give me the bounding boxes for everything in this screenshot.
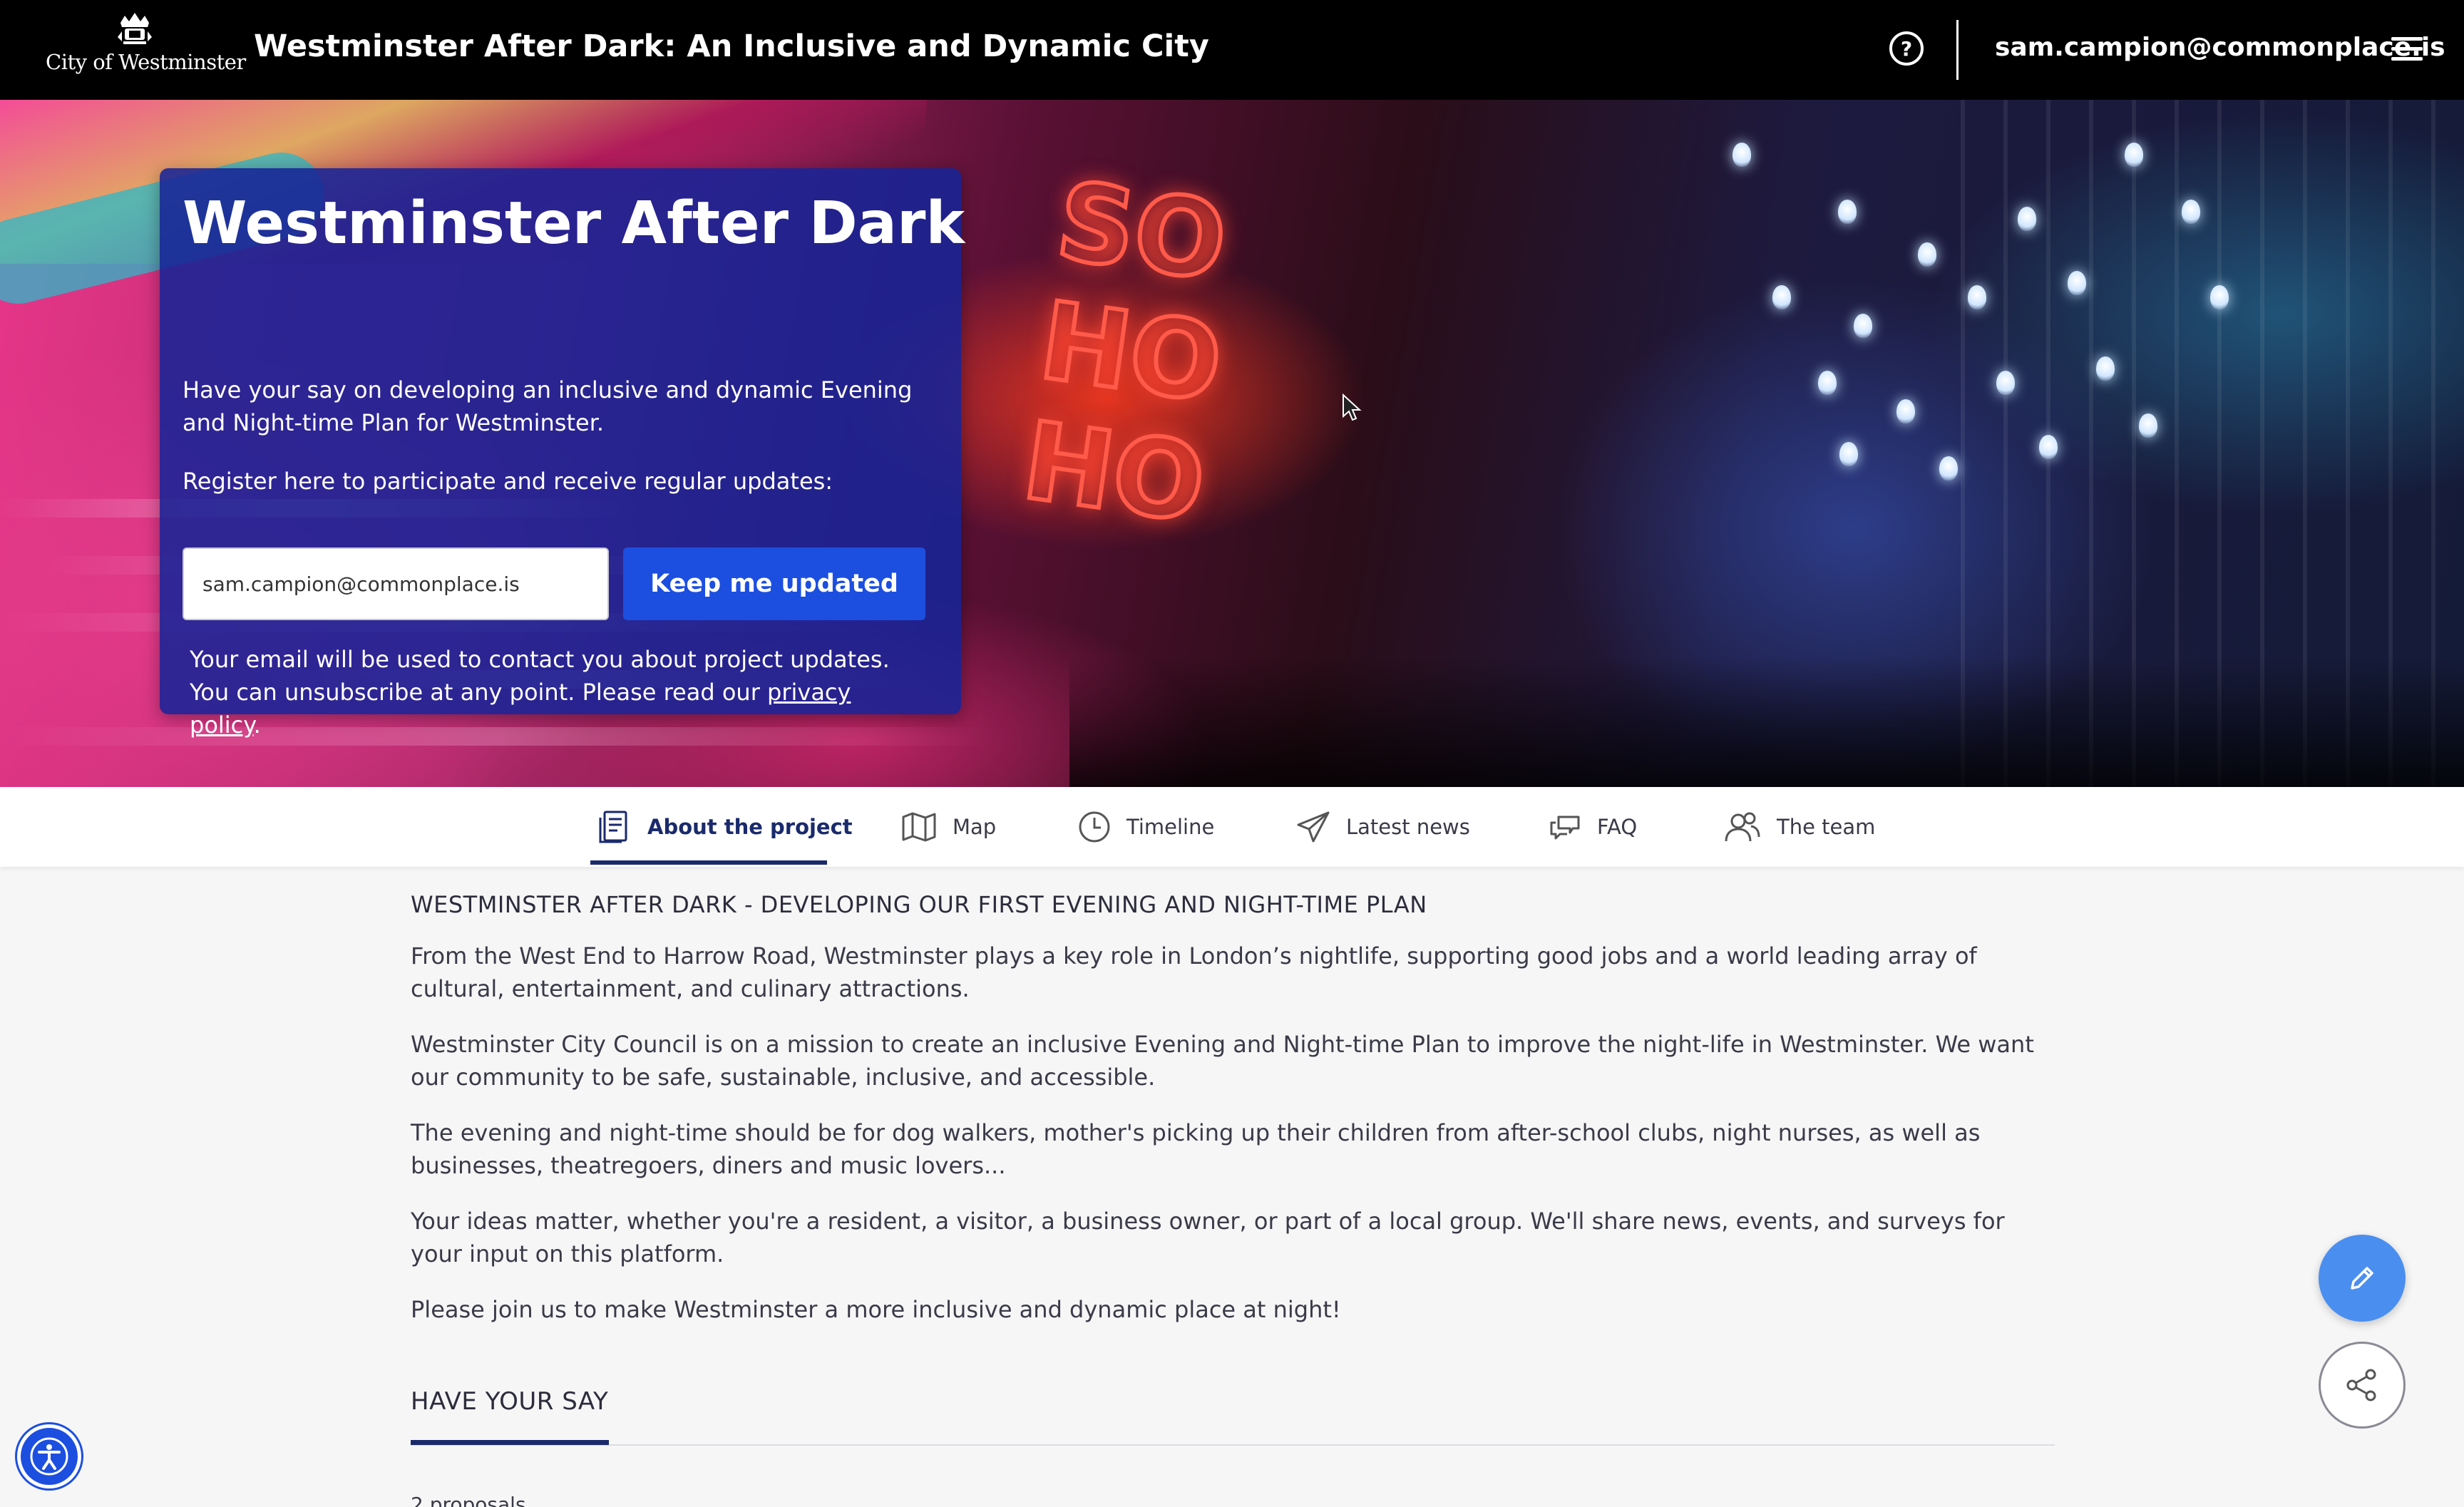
accessibility-button[interactable] — [17, 1424, 81, 1488]
proposals-count: 2 proposals — [411, 1493, 526, 1507]
logo-text: City of Westminster — [46, 50, 246, 74]
active-tab-indicator — [590, 860, 827, 865]
help-button[interactable]: ? — [1889, 31, 1924, 66]
register-prompt: Register here to participate and receive… — [183, 468, 833, 495]
question-circle-icon: ? — [1900, 36, 1913, 61]
edit-button[interactable] — [2319, 1235, 2406, 1322]
crest-icon — [118, 13, 152, 44]
tab-latest-news[interactable]: Latest news — [1296, 787, 1470, 867]
hero-description: Have your say on developing an inclusive… — [183, 376, 913, 436]
top-bar: City of Westminster Westminster After Da… — [0, 0, 2464, 100]
people-icon — [1725, 812, 1760, 842]
hamburger-menu-icon[interactable] — [2391, 37, 2423, 63]
share-button[interactable] — [2319, 1342, 2406, 1429]
hero-title: Westminster After Dark — [183, 190, 965, 257]
document-icon — [599, 811, 627, 843]
about-section: WESTMINSTER AFTER DARK - DEVELOPING OUR … — [411, 891, 2050, 1349]
keep-me-updated-button[interactable]: Keep me updated — [623, 547, 925, 620]
accessibility-icon — [30, 1437, 68, 1476]
header-divider — [1956, 20, 1959, 80]
share-icon — [2346, 1369, 2376, 1401]
have-your-say-tab[interactable]: HAVE YOUR SAY — [411, 1387, 608, 1416]
pencil-icon — [2351, 1267, 2373, 1290]
site-title[interactable]: Westminster After Dark: An Inclusive and… — [254, 29, 1209, 64]
paragraph: Please join us to make Westminster a mor… — [411, 1296, 1341, 1323]
hero-banner: SO HO HO Westminster After Dark Have you… — [0, 100, 2464, 787]
neon-soho-sign: SO HO HO — [1014, 157, 1236, 549]
chat-bubbles-icon — [1550, 816, 1580, 840]
paragraph: Your ideas matter, whether you're a resi… — [411, 1208, 2005, 1267]
user-account-email[interactable]: sam.campion@commonplace.is — [1995, 33, 2445, 62]
city-of-westminster-logo[interactable]: City of Westminster — [46, 10, 246, 90]
tab-faq[interactable]: FAQ — [1549, 787, 1637, 867]
tab-map[interactable]: Map — [901, 787, 996, 867]
paper-plane-icon — [1297, 811, 1330, 843]
clock-icon — [1079, 811, 1110, 843]
email-field[interactable] — [183, 547, 609, 620]
tab-the-team[interactable]: The team — [1724, 787, 1875, 867]
tab-about-the-project[interactable]: About the project — [597, 787, 853, 867]
project-tabs: About the project Map Timeline Latest ne… — [0, 787, 2464, 867]
have-your-say-underline — [411, 1440, 609, 1445]
paragraph: The evening and night-time should be for… — [411, 1119, 1981, 1179]
privacy-note: Your email will be used to contact you a… — [190, 646, 890, 739]
mouse-cursor-icon — [1343, 394, 1362, 421]
section-divider — [411, 1444, 2055, 1446]
paragraph: From the West End to Harrow Road, Westmi… — [411, 942, 1977, 1002]
section-heading: WESTMINSTER AFTER DARK - DEVELOPING OUR … — [411, 891, 1427, 918]
registration-card: Westminster After Dark Have your say on … — [160, 168, 965, 739]
tab-timeline[interactable]: Timeline — [1078, 787, 1214, 867]
map-icon — [902, 812, 936, 842]
paragraph: Westminster City Council is on a mission… — [411, 1031, 2034, 1091]
